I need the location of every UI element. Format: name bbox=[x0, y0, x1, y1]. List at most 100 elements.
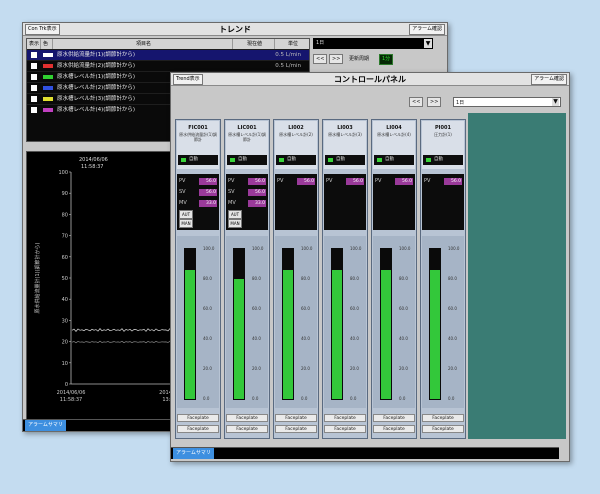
scale-label: 0.0 bbox=[301, 396, 308, 401]
faceplate-button-1[interactable]: Faceplate bbox=[422, 414, 464, 422]
value-number[interactable]: 56.0 bbox=[199, 178, 217, 185]
chevron-down-icon: ▼ bbox=[424, 39, 432, 48]
value-key: PV bbox=[228, 178, 235, 184]
faceplate-button-2[interactable]: Faceplate bbox=[275, 425, 317, 433]
value-number[interactable]: 56.0 bbox=[444, 178, 462, 185]
scale-label: 40.0 bbox=[448, 336, 457, 341]
faceplate-button-2[interactable]: Faceplate bbox=[422, 425, 464, 433]
checkbox-icon[interactable] bbox=[31, 85, 37, 91]
checkbox-icon[interactable] bbox=[31, 52, 37, 58]
faceplate-desc: 原水供給流量計(1)調節計 bbox=[179, 132, 217, 142]
faceplate-tag: LI003 bbox=[337, 125, 353, 131]
faceplate-button-2[interactable]: Faceplate bbox=[324, 425, 366, 433]
faceplate-button-2[interactable]: Faceplate bbox=[177, 425, 219, 433]
value-number[interactable]: 56.0 bbox=[248, 178, 266, 185]
faceplate-state: 自動 bbox=[189, 157, 198, 162]
faceplate-header: LI002 原水槽レベル計(2) 自動 bbox=[275, 121, 317, 169]
checkbox-icon[interactable] bbox=[31, 96, 37, 102]
mode-button[interactable]: AUT bbox=[179, 210, 193, 219]
color-swatch bbox=[43, 97, 53, 101]
value-row: PV 56.0 bbox=[179, 178, 217, 185]
scale-label: 60.0 bbox=[350, 306, 359, 311]
scale-label: 80.0 bbox=[301, 276, 310, 281]
faceplate-status: 自動 bbox=[227, 155, 267, 165]
faceplate-li002[interactable]: LI002 原水槽レベル計(2) 自動 PV 56.0 100.0 80.0 60.0 40.0… bbox=[273, 119, 319, 439]
scale-label: 40.0 bbox=[399, 336, 408, 341]
trend-range-select[interactable]: 1日 ▼ bbox=[313, 38, 433, 49]
control-title: コントロールパネル bbox=[334, 75, 406, 84]
color-swatch bbox=[43, 64, 53, 68]
trend-tag-row[interactable]: 原水供給流量計(2)(調節計から) 0.5 L/min bbox=[27, 60, 309, 71]
value-row: PV 56.0 bbox=[228, 178, 266, 185]
faceplate-bargraph: 100.0 80.0 60.0 40.0 20.0 0.0 bbox=[275, 236, 317, 408]
control-alarm-summary-bar: アラームサマリ bbox=[171, 447, 559, 459]
value-row: PV 56.0 bbox=[277, 178, 315, 185]
scale-label: 60.0 bbox=[399, 306, 408, 311]
scale-label: 20.0 bbox=[350, 366, 359, 371]
control-forward-button[interactable]: >> bbox=[427, 97, 442, 107]
faceplate-button-1[interactable]: Faceplate bbox=[373, 414, 415, 422]
col-color: 色 bbox=[41, 39, 53, 49]
value-number[interactable]: 56.0 bbox=[395, 178, 413, 185]
faceplate-li003[interactable]: LI003 原水槽レベル計(3) 自動 PV 56.0 100.0 80.0 60.0 40.0… bbox=[322, 119, 368, 439]
faceplate-button-1[interactable]: Faceplate bbox=[226, 414, 268, 422]
value-number[interactable]: 56.0 bbox=[199, 189, 217, 196]
faceplate-li004[interactable]: LI004 原水槽レベル計(4) 自動 PV 56.0 100.0 80.0 60.0 40.0… bbox=[371, 119, 417, 439]
scale-label: 40.0 bbox=[203, 336, 212, 341]
color-swatch bbox=[43, 108, 53, 112]
mode-button[interactable]: MAN bbox=[179, 219, 193, 228]
faceplate-button-1[interactable]: Faceplate bbox=[275, 414, 317, 422]
value-row: PV 56.0 bbox=[424, 178, 462, 185]
faceplate-status: 自動 bbox=[325, 155, 365, 165]
y-tick-label: 100 bbox=[58, 170, 68, 176]
faceplate-state: 自動 bbox=[434, 157, 443, 162]
value-number[interactable]: 56.0 bbox=[346, 178, 364, 185]
mode-button[interactable]: MAN bbox=[228, 219, 242, 228]
faceplate-button-2[interactable]: Faceplate bbox=[373, 425, 415, 433]
faceplate-desc: 原水槽レベル計(4) bbox=[377, 132, 411, 137]
bar-well bbox=[331, 248, 343, 400]
faceplate-tag: FIC001 bbox=[188, 125, 208, 131]
faceplate-pi001[interactable]: PI001 圧力計(1) 自動 PV 56.0 100.0 80.0 60.0 40.0 20.0… bbox=[420, 119, 466, 439]
x-tick-date: 2014/06/06 bbox=[57, 390, 86, 396]
trend-tag-row[interactable]: 原水供給流量計(1)(調節計から) 0.5 L/min bbox=[27, 49, 309, 60]
value-number[interactable]: 56.0 bbox=[248, 189, 266, 196]
status-lamp-icon bbox=[279, 158, 284, 162]
faceplate-button-1[interactable]: Faceplate bbox=[324, 414, 366, 422]
faceplate-lic001[interactable]: LIC001 原水槽レベル計(1)調節計 自動 PV 56.0 SV 56.0 MV 33.0 A… bbox=[224, 119, 270, 439]
faceplate-tag: LI002 bbox=[288, 125, 304, 131]
faceplate-button-1[interactable]: Faceplate bbox=[177, 414, 219, 422]
control-range-select[interactable]: 1日 ▼ bbox=[453, 97, 561, 107]
scale-label: 0.0 bbox=[252, 396, 259, 401]
scale-label: 0.0 bbox=[448, 396, 455, 401]
y-tick-label: 40 bbox=[62, 297, 68, 303]
scale-label: 100.0 bbox=[399, 246, 411, 251]
value-key: PV bbox=[277, 178, 284, 184]
scale-label: 60.0 bbox=[448, 306, 457, 311]
value-number[interactable]: 33.0 bbox=[248, 200, 266, 207]
checkbox-icon[interactable] bbox=[31, 107, 37, 113]
trend-update-label: 更新周期 bbox=[349, 56, 370, 62]
scale-label: 100.0 bbox=[350, 246, 362, 251]
checkbox-icon[interactable] bbox=[31, 74, 37, 80]
value-number[interactable]: 33.0 bbox=[199, 200, 217, 207]
trend-update-value[interactable]: 1分 bbox=[379, 54, 394, 65]
trend-tag-name: 原水供給流量計(2)(調節計から) bbox=[57, 63, 136, 69]
checkbox-icon[interactable] bbox=[31, 63, 37, 69]
trend-alarm-confirm-button[interactable]: アラーム確認 bbox=[409, 24, 445, 35]
trend-forward-button[interactable]: >> bbox=[329, 54, 344, 64]
value-number[interactable]: 56.0 bbox=[297, 178, 315, 185]
faceplate-fic001[interactable]: FIC001 原水供給流量計(1)調節計 自動 PV 56.0 SV 56.0 MV 33.0 A… bbox=[175, 119, 221, 439]
faceplate-button-2[interactable]: Faceplate bbox=[226, 425, 268, 433]
color-swatch bbox=[43, 86, 53, 90]
trend-back-button[interactable]: << bbox=[313, 54, 328, 64]
control-back-button[interactable]: << bbox=[409, 97, 424, 107]
control-alarm-summary-label[interactable]: アラームサマリ bbox=[173, 448, 214, 459]
trend-titlebar: Con Trk表示 トレンド アラーム確認 bbox=[23, 23, 447, 36]
mode-button[interactable]: AUT bbox=[228, 210, 242, 219]
faceplate-desc: 原水槽レベル計(1)調節計 bbox=[228, 132, 266, 142]
control-titlebar: Trend表示 コントロールパネル アラーム確認 bbox=[171, 73, 569, 86]
control-alarm-confirm-button[interactable]: アラーム確認 bbox=[531, 74, 567, 85]
trend-alarm-summary-label[interactable]: アラームサマリ bbox=[25, 420, 66, 431]
value-row: PV 56.0 bbox=[326, 178, 364, 185]
